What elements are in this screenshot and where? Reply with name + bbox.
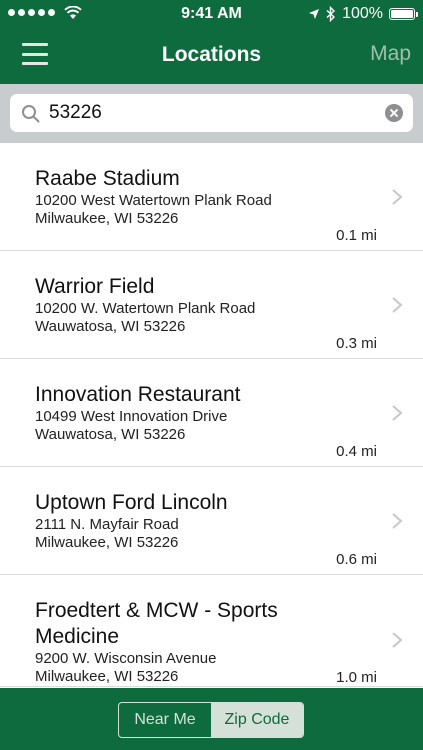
map-button[interactable]: Map <box>370 42 411 66</box>
page-title: Locations <box>161 43 262 66</box>
location-city: Milwaukee, WI 53226 <box>35 210 179 227</box>
location-name: Warrior Field <box>35 275 155 298</box>
location-street: 10499 West Innovation Drive <box>35 408 228 425</box>
locations-list: Raabe Stadium 10200 West Watertown Plank… <box>0 143 423 688</box>
location-row[interactable]: Innovation Restaurant 10499 West Innovat… <box>0 359 423 467</box>
location-street: 10200 W. Watertown Plank Road <box>35 300 256 317</box>
location-city: Wauwatosa, WI 53226 <box>35 426 186 443</box>
navigation-bar: Locations Map <box>0 30 423 84</box>
near-me-segment[interactable]: Near Me <box>119 703 211 737</box>
search-icon <box>22 105 40 123</box>
location-street: 2111 N. Mayfair Road <box>35 516 179 533</box>
location-city: Milwaukee, WI 53226 <box>35 534 179 551</box>
location-name: Raabe Stadium <box>35 167 180 190</box>
chevron-right-icon <box>392 513 403 529</box>
location-distance: 0.6 mi <box>336 551 377 568</box>
location-name: Froedtert & MCW - Sports Medicine <box>35 599 278 648</box>
search-input[interactable] <box>49 100 369 126</box>
bottom-toolbar: Near Me Zip Code <box>0 688 423 750</box>
location-distance: 0.1 mi <box>336 227 377 244</box>
zip-code-segment[interactable]: Zip Code <box>211 703 303 737</box>
chevron-right-icon <box>392 189 403 205</box>
chevron-right-icon <box>392 632 403 648</box>
location-distance: 1.0 mi <box>336 669 377 686</box>
battery-percent: 100% <box>342 5 383 22</box>
location-row[interactable]: Raabe Stadium 10200 West Watertown Plank… <box>0 143 423 251</box>
search-mode-toggle: Near Me Zip Code <box>118 702 304 738</box>
location-name: Uptown Ford Lincoln <box>35 491 228 514</box>
location-row[interactable]: Warrior Field 10200 W. Watertown Plank R… <box>0 251 423 359</box>
location-distance: 0.3 mi <box>336 335 377 352</box>
location-city: Wauwatosa, WI 53226 <box>35 318 186 335</box>
location-distance: 0.4 mi <box>336 443 377 460</box>
bluetooth-icon <box>326 6 336 22</box>
location-arrow-icon <box>309 9 320 19</box>
location-name: Innovation Restaurant <box>35 383 241 406</box>
location-city: Milwaukee, WI 53226 <box>35 668 179 685</box>
search-field <box>10 94 413 132</box>
location-street: 10200 West Watertown Plank Road <box>35 192 272 209</box>
clear-search-icon[interactable] <box>385 104 403 122</box>
search-bar <box>0 84 423 143</box>
battery-icon <box>389 8 418 20</box>
location-row[interactable]: Uptown Ford Lincoln 2111 N. Mayfair Road… <box>0 467 423 575</box>
location-street: 9200 W. Wisconsin Avenue <box>35 650 217 667</box>
chevron-right-icon <box>392 405 403 421</box>
chevron-right-icon <box>392 297 403 313</box>
location-row[interactable]: Froedtert & MCW - Sports Medicine 9200 W… <box>0 575 423 687</box>
status-bar: 9:41 AM 100% <box>0 0 423 30</box>
